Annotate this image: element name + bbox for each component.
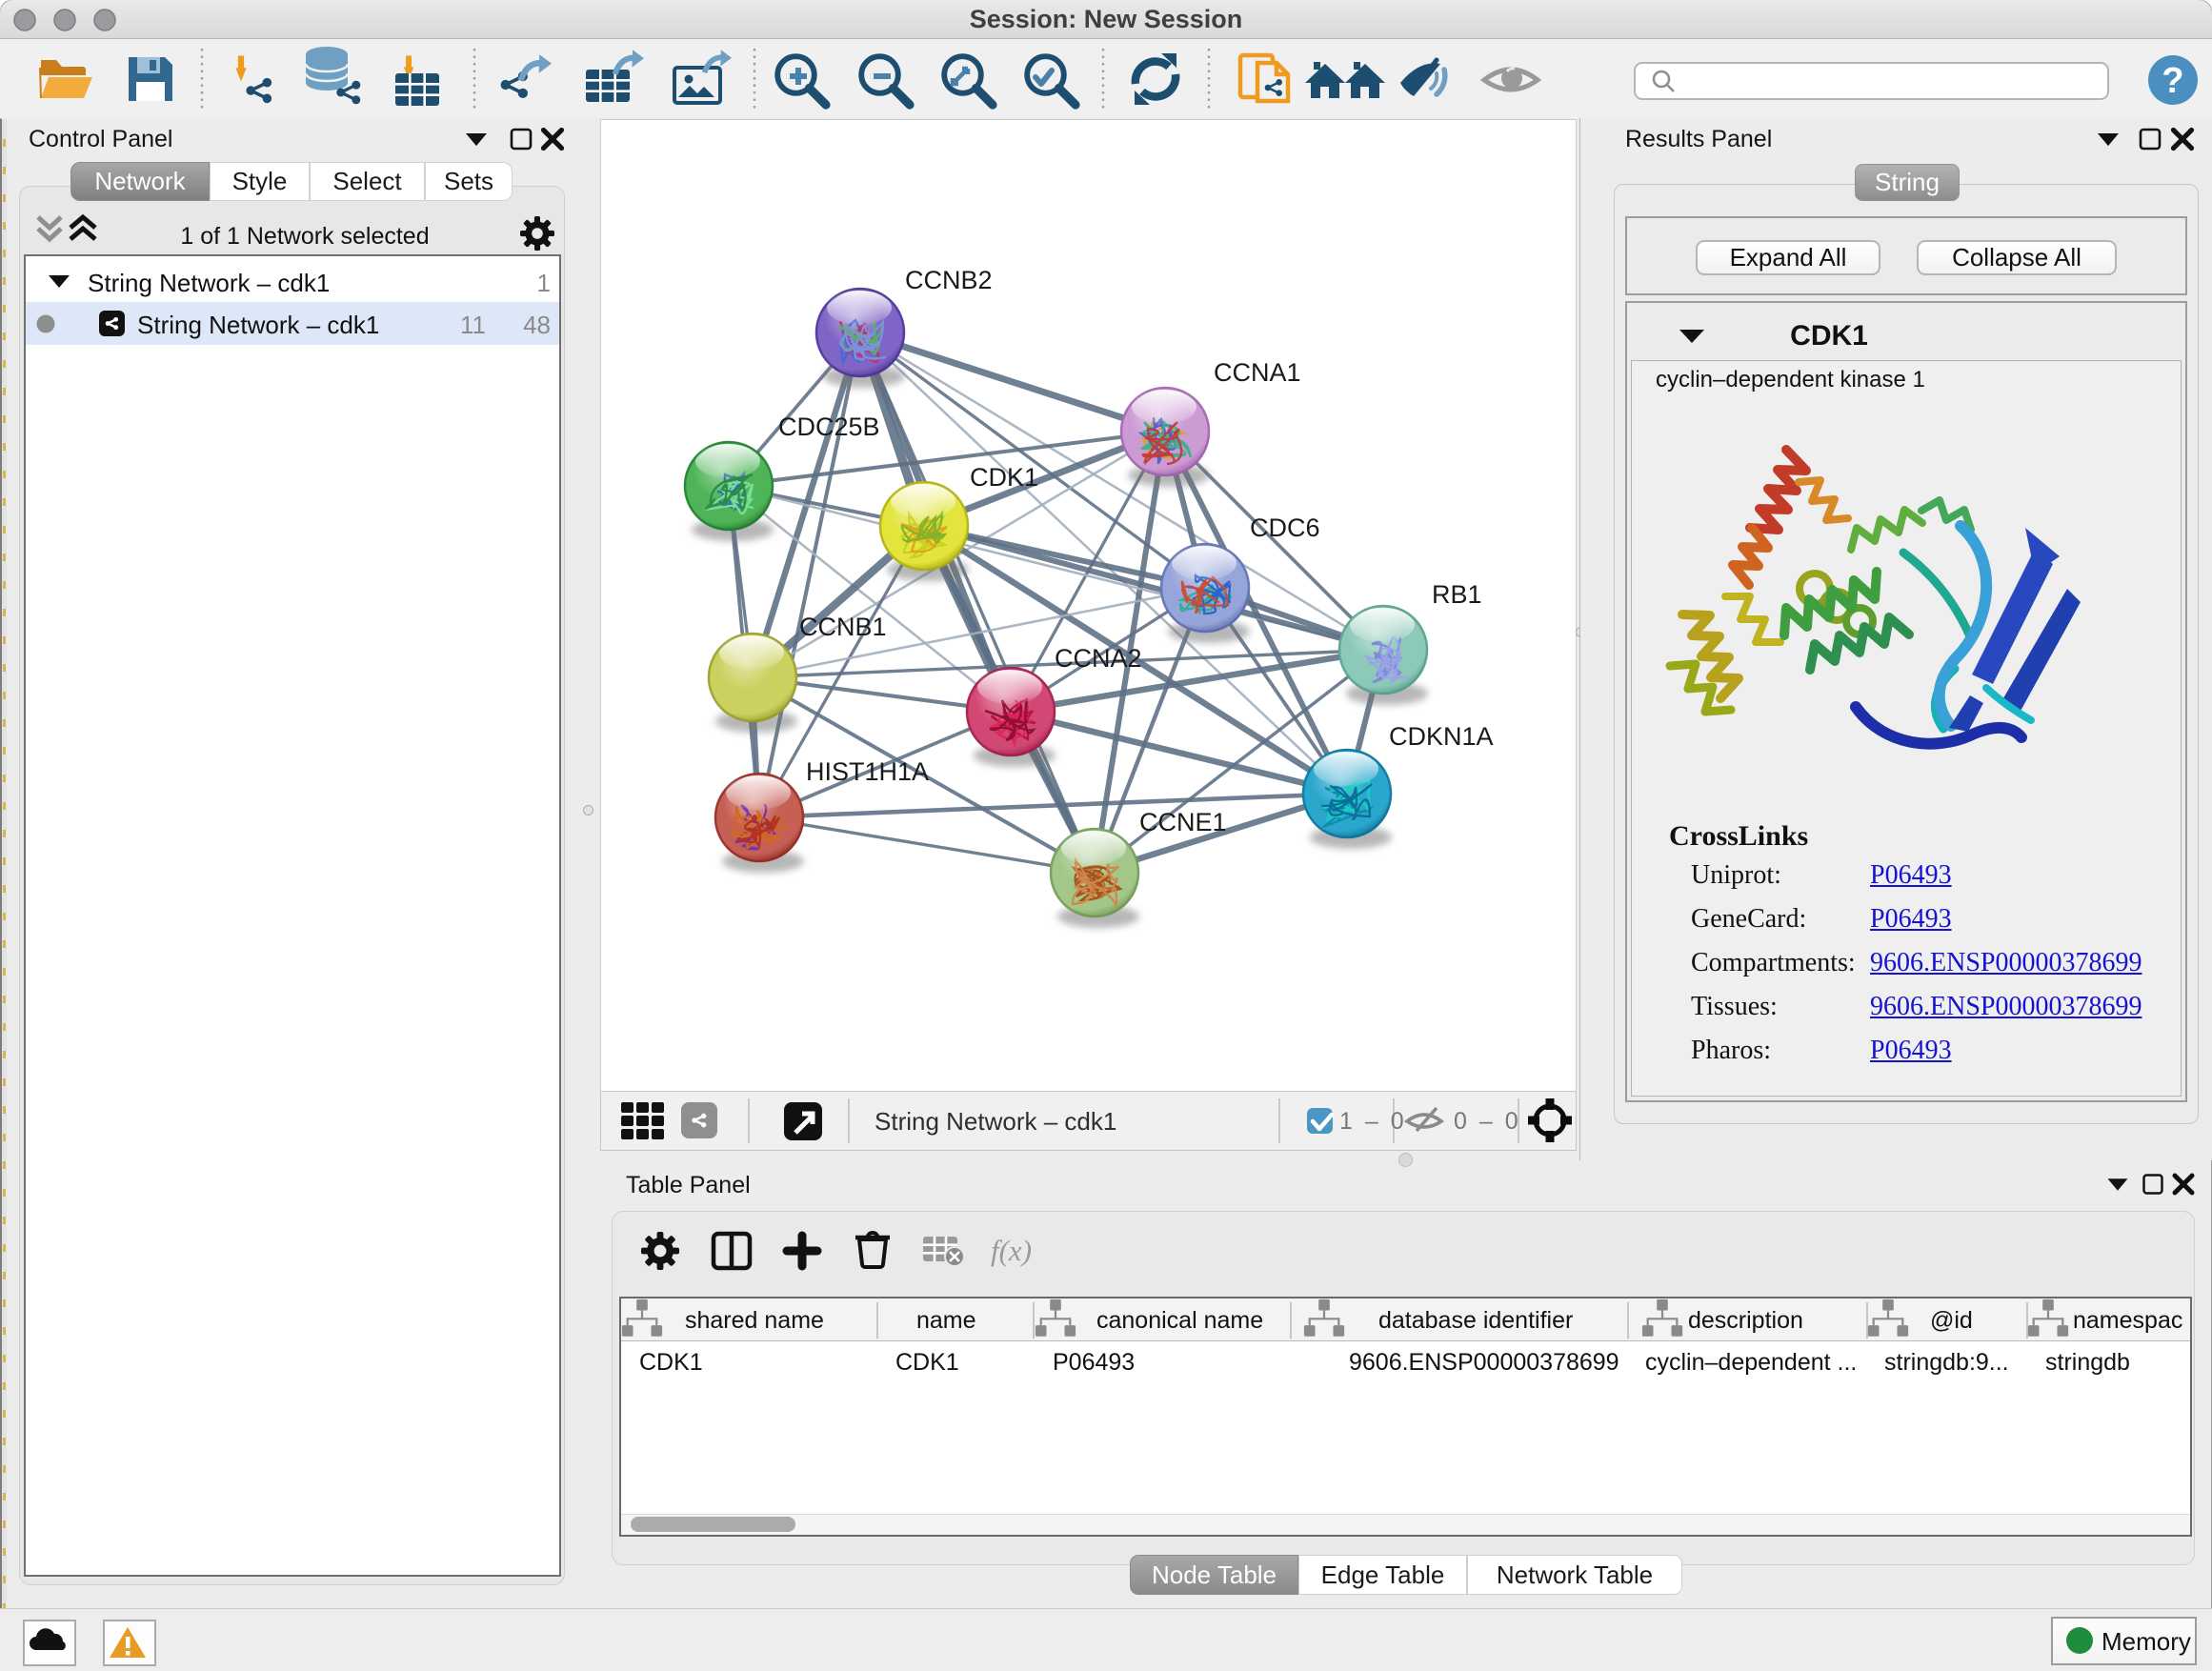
svg-text:CCNB1: CCNB1 xyxy=(799,613,887,641)
svg-text:CCNA1: CCNA1 xyxy=(1214,358,1301,387)
svg-text:RB1: RB1 xyxy=(1432,580,1482,609)
svg-text:CDC25B: CDC25B xyxy=(778,413,880,441)
svg-text:CCNB2: CCNB2 xyxy=(905,266,993,294)
svg-text:CDK1: CDK1 xyxy=(970,463,1038,492)
svg-text:CCNE1: CCNE1 xyxy=(1139,808,1227,836)
svg-text:CDKN1A: CDKN1A xyxy=(1389,722,1494,751)
svg-text:?: ? xyxy=(2162,61,2183,101)
svg-text:CCNA2: CCNA2 xyxy=(1055,644,1142,673)
svg-text:CDC6: CDC6 xyxy=(1250,513,1320,542)
svg-text:HIST1H1A: HIST1H1A xyxy=(806,757,929,786)
